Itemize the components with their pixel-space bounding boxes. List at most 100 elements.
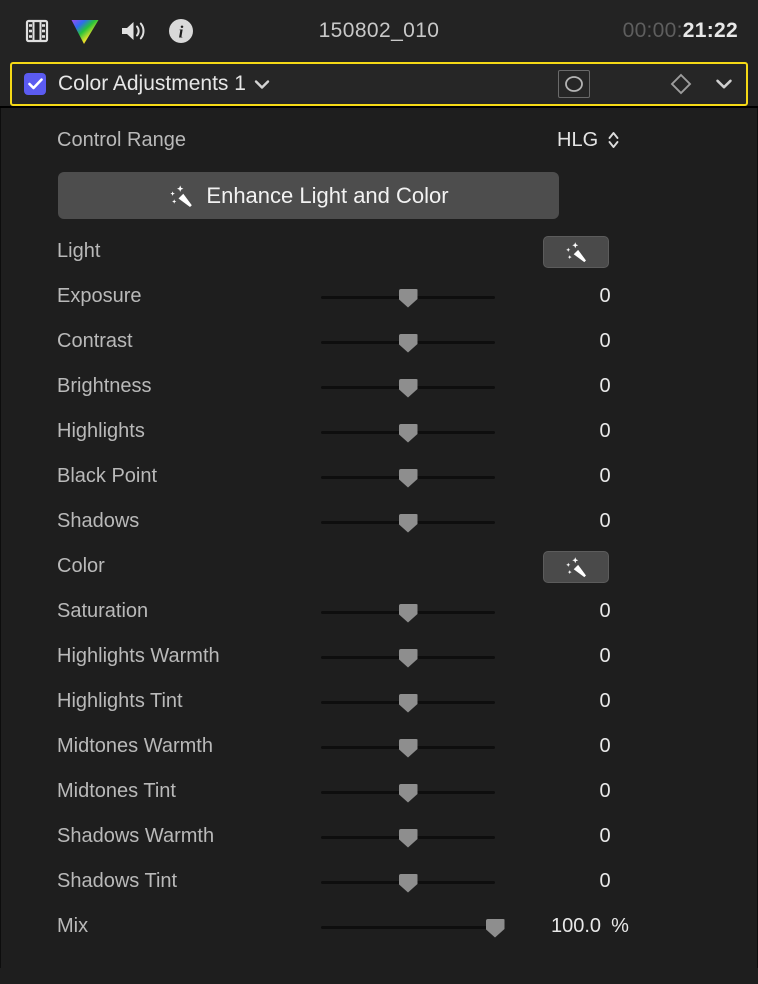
control-range-label: Control Range (57, 128, 186, 151)
param-shadows-slider-knob[interactable] (398, 513, 418, 533)
param-shadows-row: Shadows 0 (1, 499, 757, 544)
param-shadows-tint-label: Shadows Tint (57, 870, 178, 892)
param-midtones-warmth-value[interactable]: 0 (557, 735, 653, 758)
param-shadows-slider[interactable] (321, 510, 495, 534)
param-shadows-warmth-label: Shadows Warmth (57, 825, 215, 847)
param-highlights-tint-slider[interactable] (321, 690, 495, 714)
param-shadows-tint-value[interactable]: 0 (557, 870, 653, 893)
param-midtones-tint-value[interactable]: 0 (557, 780, 653, 803)
param-midtones-tint-label: Midtones Tint (57, 780, 176, 802)
param-highlights-tint-row: Highlights Tint 0 (1, 679, 757, 724)
effect-header-color-adjustments[interactable]: Color Adjustments 1 (10, 62, 748, 106)
param-mix-slider[interactable] (321, 915, 505, 939)
light-auto-enhance-button[interactable] (543, 235, 609, 268)
inspector-toolbar: i 150802_010 00:00:21:22 (0, 0, 758, 62)
enhance-light-and-color-button[interactable]: Enhance Light and Color (58, 172, 559, 219)
param-mix-label: Mix (57, 915, 89, 937)
param-shadows-warmth-value[interactable]: 0 (557, 825, 653, 848)
param-saturation-label: Saturation (57, 600, 149, 622)
param-black-point-slider[interactable] (321, 465, 495, 489)
timecode-hours-minutes: 00:00: (622, 19, 683, 42)
timecode-seconds-frames: 21:22 (682, 19, 738, 42)
effect-name-chevron-down-icon[interactable] (254, 79, 270, 90)
param-shadows-warmth-slider[interactable] (321, 825, 495, 849)
magic-wand-icon (168, 183, 194, 209)
param-shadows-tint-slider[interactable] (321, 870, 495, 894)
param-saturation-slider-knob[interactable] (398, 603, 418, 623)
light-section-label: Light (57, 240, 101, 262)
param-contrast-slider-knob[interactable] (398, 333, 418, 353)
param-mix-row: Mix 100.0% (1, 904, 757, 949)
param-highlights-warmth-slider[interactable] (321, 645, 495, 669)
enhance-button-label: Enhance Light and Color (206, 182, 449, 208)
stepper-updown-icon[interactable] (607, 130, 620, 150)
color-section-label: Color (57, 555, 105, 577)
param-shadows-tint-slider-knob[interactable] (398, 873, 418, 893)
param-highlights-warmth-value[interactable]: 0 (557, 645, 653, 668)
param-shadows-warmth-slider-knob[interactable] (398, 828, 418, 848)
param-highlights-slider-knob[interactable] (398, 423, 418, 443)
param-midtones-warmth-slider[interactable] (321, 735, 495, 759)
light-section-row: Light (1, 229, 757, 274)
param-highlights-label: Highlights (57, 420, 145, 442)
param-highlights-slider[interactable] (321, 420, 495, 444)
svg-text:i: i (179, 23, 184, 42)
param-midtones-tint-slider[interactable] (321, 780, 495, 804)
param-midtones-tint-slider-knob[interactable] (398, 783, 418, 803)
param-black-point-slider-knob[interactable] (398, 468, 418, 488)
param-mix-slider-track (321, 925, 495, 929)
param-saturation-slider[interactable] (321, 600, 495, 624)
light-parameter-group: Exposure 0 Contrast 0 Brightness 0 Highlights 0… (1, 274, 757, 544)
param-highlights-tint-value[interactable]: 0 (557, 690, 653, 713)
param-contrast-row: Contrast 0 (1, 319, 757, 364)
param-saturation-value[interactable]: 0 (557, 600, 653, 623)
param-mix-slider-knob[interactable] (485, 918, 505, 938)
color-parameter-group: Saturation 0 Highlights Warmth 0 Highlights … (1, 589, 757, 904)
param-black-point-label: Black Point (57, 465, 158, 487)
param-highlights-tint-label: Highlights Tint (57, 690, 183, 712)
param-midtones-warmth-row: Midtones Warmth 0 (1, 724, 757, 769)
param-brightness-label: Brightness (57, 375, 152, 397)
info-icon[interactable]: i (166, 16, 196, 46)
mask-shape-icon[interactable] (558, 70, 590, 98)
param-brightness-value[interactable]: 0 (557, 375, 653, 398)
control-range-popup[interactable]: HLG (557, 129, 620, 152)
keyframe-diamond-icon[interactable] (668, 71, 694, 97)
param-highlights-value[interactable]: 0 (557, 420, 653, 443)
video-icon[interactable] (22, 16, 52, 46)
param-exposure-slider[interactable] (321, 285, 495, 309)
effect-name-label: Color Adjustments 1 (58, 72, 246, 95)
magic-wand-icon (564, 555, 588, 579)
param-brightness-slider[interactable] (321, 375, 495, 399)
param-mix-value[interactable]: 100.0% (551, 915, 629, 938)
color-section-row: Color (1, 544, 757, 589)
param-midtones-warmth-label: Midtones Warmth (57, 735, 213, 757)
param-midtones-tint-row: Midtones Tint 0 (1, 769, 757, 814)
effect-header-container: Color Adjustments 1 (0, 62, 758, 106)
param-highlights-warmth-slider-knob[interactable] (398, 648, 418, 668)
control-range-row: Control Range HLG (1, 116, 757, 164)
param-shadows-value[interactable]: 0 (557, 510, 653, 533)
effect-collapse-chevron-down-icon[interactable] (712, 72, 736, 96)
param-highlights-warmth-label: Highlights Warmth (57, 645, 220, 667)
param-brightness-slider-knob[interactable] (398, 378, 418, 398)
color-adjustments-inspector: i 150802_010 00:00:21:22 Color Adjustmen… (0, 0, 758, 984)
param-highlights-row: Highlights 0 (1, 409, 757, 454)
param-highlights-warmth-row: Highlights Warmth 0 (1, 634, 757, 679)
color-auto-enhance-button[interactable] (543, 550, 609, 583)
param-exposure-slider-knob[interactable] (398, 288, 418, 308)
effect-enable-checkbox[interactable] (24, 73, 46, 95)
param-contrast-value[interactable]: 0 (557, 330, 653, 353)
param-black-point-row: Black Point 0 (1, 454, 757, 499)
param-midtones-warmth-slider-knob[interactable] (398, 738, 418, 758)
param-shadows-warmth-row: Shadows Warmth 0 (1, 814, 757, 859)
magic-wand-icon (564, 240, 588, 264)
audio-icon[interactable] (118, 16, 148, 46)
param-exposure-value[interactable]: 0 (557, 285, 653, 308)
color-icon[interactable] (70, 16, 100, 46)
param-highlights-tint-slider-knob[interactable] (398, 693, 418, 713)
param-brightness-row: Brightness 0 (1, 364, 757, 409)
param-black-point-value[interactable]: 0 (557, 465, 653, 488)
param-exposure-label: Exposure (57, 285, 142, 307)
param-contrast-slider[interactable] (321, 330, 495, 354)
